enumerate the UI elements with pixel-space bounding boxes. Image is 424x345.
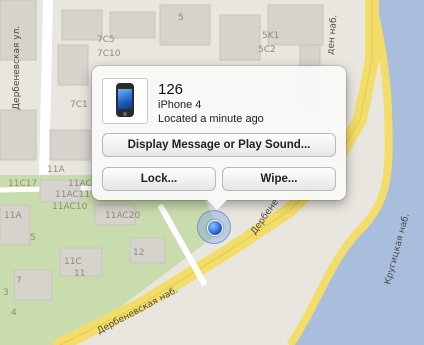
building-label: 5 [178,13,184,23]
device-info-popup: 126 iPhone 4 Located a minute ago Displa… [92,66,346,210]
building-label: 7C10 [97,49,121,59]
left-street [39,0,53,176]
building-label: 4 [11,308,17,318]
building-label: 5K1 [262,31,279,41]
building-label: 11 [74,269,85,279]
location-dot-icon [207,220,223,236]
lock-button[interactable]: Lock... [102,167,216,191]
building-label: 11AC10 [52,202,87,212]
building [49,129,91,161]
iphone-icon [116,83,134,117]
building [61,9,103,41]
building-label: 11C17 [8,179,37,189]
building-label: 11A [4,211,22,221]
location-status: Located a minute ago [158,113,264,125]
building-label: 11AC20 [105,211,140,221]
building-label: 7C1 [70,100,88,110]
building-label: 5 [30,233,36,243]
building [57,44,89,86]
street-label-left: Дербеневская ул. [12,26,22,110]
display-message-button[interactable]: Display Message or Play Sound... [102,133,336,157]
building-label: 12 [133,248,144,258]
building-label: 11C [64,257,82,267]
device-model: iPhone 4 [158,99,202,111]
building-label: 3 [3,288,9,298]
wipe-button[interactable]: Wipe... [222,167,336,191]
building [159,4,211,46]
building-label: 5C2 [258,45,276,55]
building [219,14,261,61]
building-label: 11AC11 [55,190,90,200]
building [0,109,37,161]
building-label: 7 [16,276,22,286]
building-label: 11A [47,165,65,175]
device-location-pin[interactable] [197,210,231,244]
building [109,11,156,39]
device-name: 126 [158,81,184,98]
device-thumbnail [102,78,148,124]
building-label: 7C5 [97,35,115,45]
